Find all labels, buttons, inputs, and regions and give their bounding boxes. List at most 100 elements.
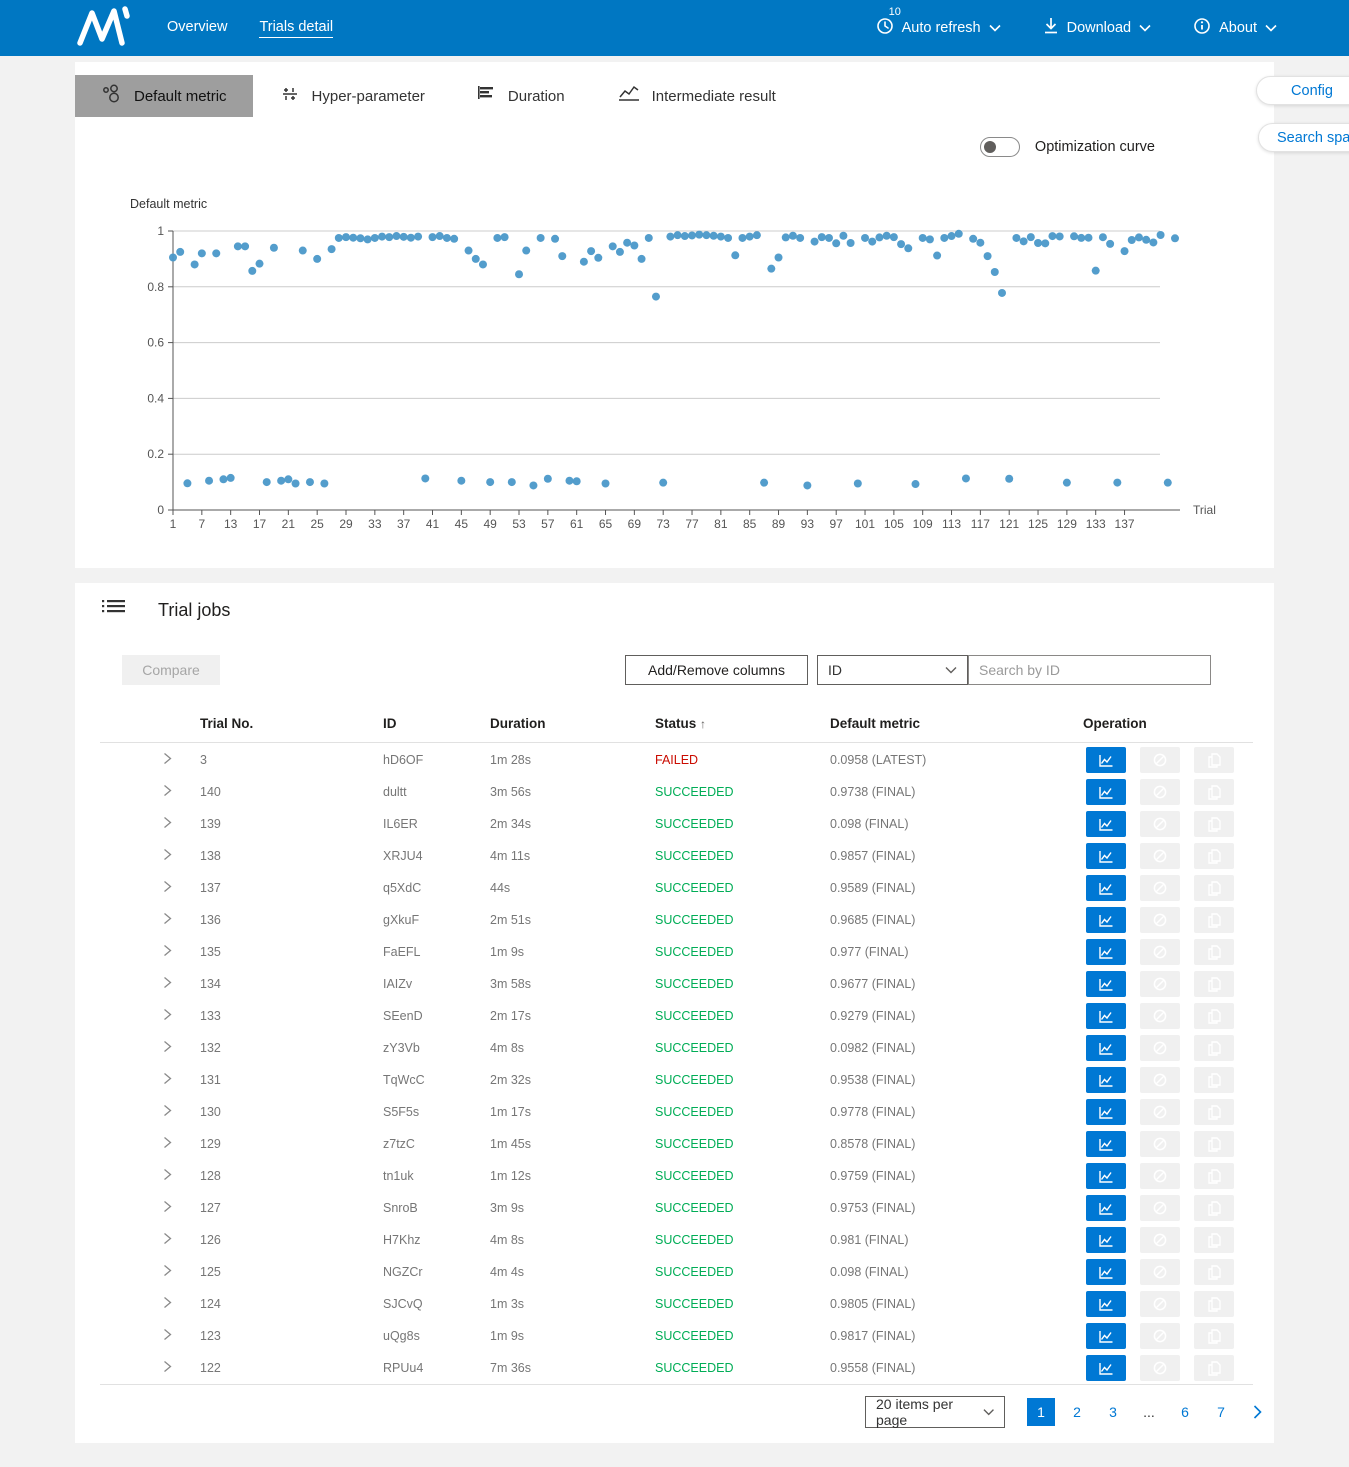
kill-button[interactable] [1140,1067,1180,1093]
intermediate-result-button[interactable] [1086,971,1126,997]
row-expand-chevron-icon[interactable] [163,977,172,992]
compare-button[interactable]: Compare [122,655,220,685]
kill-button[interactable] [1140,1003,1180,1029]
intermediate-result-button[interactable] [1086,811,1126,837]
search-by-id-input[interactable] [968,655,1211,685]
optimization-curve-toggle[interactable] [980,137,1020,157]
copy-button[interactable] [1194,1099,1234,1125]
nav-trials-detail[interactable]: Trials detail [259,19,333,38]
kill-button[interactable] [1140,1163,1180,1189]
auto-refresh-control[interactable]: 10 Auto refresh [876,17,1001,39]
copy-button[interactable] [1194,1035,1234,1061]
kill-button[interactable] [1140,1099,1180,1125]
next-page-chevron-icon[interactable] [1243,1398,1271,1426]
col-duration[interactable]: Duration [490,716,546,731]
page-6[interactable]: 6 [1171,1398,1199,1426]
kill-button[interactable] [1140,875,1180,901]
filter-column-select[interactable]: ID [817,655,968,685]
row-expand-chevron-icon[interactable] [163,1265,172,1280]
tab-default-metric[interactable]: Default metric [75,75,253,117]
copy-button[interactable] [1194,811,1234,837]
kill-button[interactable] [1140,1227,1180,1253]
kill-button[interactable] [1140,1035,1180,1061]
row-expand-chevron-icon[interactable] [163,945,172,960]
copy-button[interactable] [1194,1003,1234,1029]
row-expand-chevron-icon[interactable] [163,1201,172,1216]
col-trial-no[interactable]: Trial No. [200,716,253,731]
copy-button[interactable] [1194,1067,1234,1093]
row-expand-chevron-icon[interactable] [163,881,172,896]
copy-button[interactable] [1194,875,1234,901]
items-per-page-select[interactable]: 20 items per page [865,1396,1005,1428]
kill-button[interactable] [1140,1323,1180,1349]
intermediate-result-button[interactable] [1086,875,1126,901]
about-control[interactable]: About [1193,17,1277,39]
intermediate-result-button[interactable] [1086,1035,1126,1061]
row-expand-chevron-icon[interactable] [163,1009,172,1024]
copy-button[interactable] [1194,747,1234,773]
kill-button[interactable] [1140,1355,1180,1381]
kill-button[interactable] [1140,779,1180,805]
copy-button[interactable] [1194,1291,1234,1317]
row-expand-chevron-icon[interactable] [163,1169,172,1184]
page-3[interactable]: 3 [1099,1398,1127,1426]
row-expand-chevron-icon[interactable] [163,1297,172,1312]
row-expand-chevron-icon[interactable] [163,849,172,864]
copy-button[interactable] [1194,843,1234,869]
row-expand-chevron-icon[interactable] [163,1073,172,1088]
kill-button[interactable] [1140,939,1180,965]
row-expand-chevron-icon[interactable] [163,913,172,928]
intermediate-result-button[interactable] [1086,1099,1126,1125]
intermediate-result-button[interactable] [1086,1227,1126,1253]
row-expand-chevron-icon[interactable] [163,1041,172,1056]
tab-intermediate-result[interactable]: Intermediate result [591,75,802,117]
copy-button[interactable] [1194,779,1234,805]
col-default-metric[interactable]: Default metric [830,716,920,731]
kill-button[interactable] [1140,1195,1180,1221]
row-expand-chevron-icon[interactable] [163,785,172,800]
nav-overview[interactable]: Overview [167,19,227,37]
intermediate-result-button[interactable] [1086,1259,1126,1285]
copy-button[interactable] [1194,907,1234,933]
copy-button[interactable] [1194,939,1234,965]
kill-button[interactable] [1140,1259,1180,1285]
page-1[interactable]: 1 [1027,1398,1055,1426]
copy-button[interactable] [1194,1227,1234,1253]
copy-button[interactable] [1194,971,1234,997]
intermediate-result-button[interactable] [1086,1003,1126,1029]
intermediate-result-button[interactable] [1086,779,1126,805]
intermediate-result-button[interactable] [1086,1195,1126,1221]
kill-button[interactable] [1140,811,1180,837]
intermediate-result-button[interactable] [1086,939,1126,965]
row-expand-chevron-icon[interactable] [163,1361,172,1376]
tab-duration[interactable]: Duration [451,75,591,117]
kill-button[interactable] [1140,1131,1180,1157]
config-button[interactable]: Config [1256,76,1349,105]
copy-button[interactable] [1194,1163,1234,1189]
row-expand-chevron-icon[interactable] [163,817,172,832]
row-expand-chevron-icon[interactable] [163,1329,172,1344]
col-id[interactable]: ID [383,716,397,731]
download-control[interactable]: Download [1043,17,1152,39]
intermediate-result-button[interactable] [1086,1067,1126,1093]
copy-button[interactable] [1194,1259,1234,1285]
copy-button[interactable] [1194,1195,1234,1221]
kill-button[interactable] [1140,907,1180,933]
intermediate-result-button[interactable] [1086,1163,1126,1189]
intermediate-result-button[interactable] [1086,1355,1126,1381]
copy-button[interactable] [1194,1355,1234,1381]
kill-button[interactable] [1140,843,1180,869]
page-7[interactable]: 7 [1207,1398,1235,1426]
row-expand-chevron-icon[interactable] [163,1105,172,1120]
intermediate-result-button[interactable] [1086,1131,1126,1157]
copy-button[interactable] [1194,1131,1234,1157]
row-expand-chevron-icon[interactable] [163,1233,172,1248]
intermediate-result-button[interactable] [1086,1323,1126,1349]
intermediate-result-button[interactable] [1086,1291,1126,1317]
intermediate-result-button[interactable] [1086,747,1126,773]
page-2[interactable]: 2 [1063,1398,1091,1426]
kill-button[interactable] [1140,971,1180,997]
row-expand-chevron-icon[interactable] [163,753,172,768]
add-remove-columns-button[interactable]: Add/Remove columns [625,655,808,685]
copy-button[interactable] [1194,1323,1234,1349]
